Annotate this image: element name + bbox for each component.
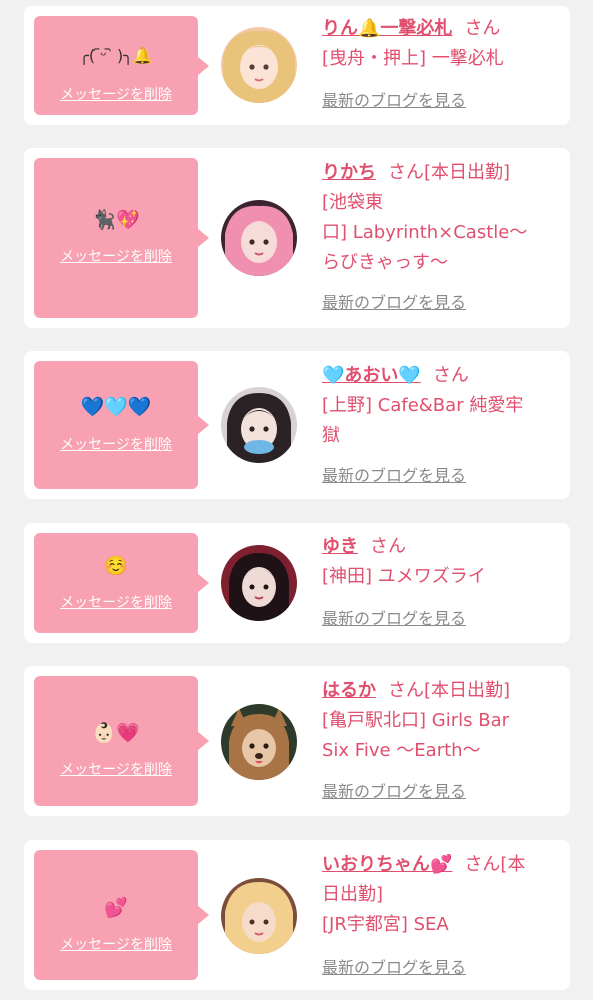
- cast-honorific: さん[本日出勤]: [388, 162, 511, 183]
- avatar[interactable]: [221, 878, 297, 954]
- message-emoji: ☺️: [104, 555, 128, 577]
- message-emoji: 💕: [104, 897, 128, 919]
- message-bubble: 💕 メッセージを削除: [34, 850, 209, 980]
- cast-info: いおりちゃん💕 さん[本 日出勤] [JR宇都宮] SEA: [322, 850, 558, 940]
- latest-blog-link[interactable]: 最新のブログを見る: [322, 608, 466, 630]
- message-emoji: 💙🩵💙: [80, 396, 152, 418]
- cast-info: りん🔔一撃必札 さん [曳舟・押上] 一撃必札: [322, 14, 558, 74]
- cast-honorific: さん[本: [464, 854, 526, 875]
- delete-message-link[interactable]: メッセージを削除: [34, 85, 198, 105]
- cast-name-link[interactable]: はるか: [322, 680, 376, 701]
- message-emoji: 🐈‍⬛💖: [92, 209, 140, 231]
- shop-info-line: [上野] Cafe&Bar 純愛牢: [322, 395, 524, 416]
- message-card: ╭( ᷇ᵕ ᷆ )╮🔔 メッセージを削除 りん🔔一撃必札 さん [曳舟・押上] 一…: [24, 6, 570, 125]
- avatar-image: [221, 878, 297, 954]
- avatar[interactable]: [221, 387, 297, 463]
- cast-honorific: さん: [432, 365, 469, 386]
- shop-info-line: 日出勤]: [322, 884, 384, 905]
- cast-info: ゆき さん [神田] ユメワズライ: [322, 532, 558, 592]
- message-bubble: 👶🏻💗 メッセージを削除: [34, 676, 209, 806]
- message-card: 👶🏻💗 メッセージを削除 はるか さん[本日出勤] [亀戸駅北口] Girls B…: [24, 666, 570, 816]
- shop-info-line: [池袋東: [322, 192, 384, 213]
- message-bubble: ☺️ メッセージを削除: [34, 533, 209, 633]
- avatar-image: [221, 545, 297, 621]
- message-card: 💙🩵💙 メッセージを削除 🩵あおい🩵 さん [上野] Cafe&Bar 純愛牢 獄…: [24, 351, 570, 499]
- avatar-image: [221, 200, 297, 276]
- avatar-image: [221, 387, 297, 463]
- shop-info-line: らびきゃっす〜: [322, 252, 448, 273]
- shop-info-line: [曳舟・押上] 一撃必札: [322, 48, 504, 69]
- delete-message-link[interactable]: メッセージを削除: [34, 760, 198, 780]
- cast-name-link[interactable]: りかち: [322, 162, 376, 183]
- cast-name-link[interactable]: 🩵あおい🩵: [322, 365, 421, 386]
- latest-blog-link[interactable]: 最新のブログを見る: [322, 292, 466, 314]
- latest-blog-link[interactable]: 最新のブログを見る: [322, 781, 466, 803]
- message-bubble: ╭( ᷇ᵕ ᷆ )╮🔔 メッセージを削除: [34, 16, 209, 115]
- avatar[interactable]: [221, 545, 297, 621]
- latest-blog-link[interactable]: 最新のブログを見る: [322, 957, 466, 979]
- avatar[interactable]: [221, 200, 297, 276]
- shop-info-line: 口] Labyrinth×Castle〜: [322, 222, 528, 243]
- cast-name-link[interactable]: いおりちゃん💕: [322, 854, 452, 875]
- shop-info-line: [JR宇都宮] SEA: [322, 914, 449, 935]
- delete-message-link[interactable]: メッセージを削除: [34, 935, 198, 955]
- delete-message-link[interactable]: メッセージを削除: [34, 593, 198, 613]
- delete-message-link[interactable]: メッセージを削除: [34, 247, 198, 267]
- avatar[interactable]: [221, 27, 297, 103]
- message-card: 🐈‍⬛💖 メッセージを削除 りかち さん[本日出勤] [池袋東 口] Labyri…: [24, 148, 570, 328]
- cast-honorific: さん: [370, 536, 406, 557]
- message-card: 💕 メッセージを削除 いおりちゃん💕 さん[本 日出勤] [JR宇都宮] SEA …: [24, 840, 570, 990]
- message-emoji: 👶🏻💗: [92, 722, 140, 744]
- avatar-image: [221, 27, 297, 103]
- message-bubble: 💙🩵💙 メッセージを削除: [34, 361, 209, 489]
- message-bubble: 🐈‍⬛💖 メッセージを削除: [34, 158, 209, 318]
- cast-info: はるか さん[本日出勤] [亀戸駅北口] Girls Bar Six Five 〜…: [322, 676, 558, 766]
- cast-info: 🩵あおい🩵 さん [上野] Cafe&Bar 純愛牢 獄: [322, 361, 558, 451]
- shop-info-line: [神田] ユメワズライ: [322, 566, 486, 587]
- shop-info-line: [亀戸駅北口] Girls Bar: [322, 710, 509, 731]
- delete-message-link[interactable]: メッセージを削除: [34, 435, 198, 455]
- cast-info: りかち さん[本日出勤] [池袋東 口] Labyrinth×Castle〜 らび…: [322, 158, 558, 278]
- avatar-image: [221, 704, 297, 780]
- cast-honorific: さん: [464, 18, 501, 39]
- latest-blog-link[interactable]: 最新のブログを見る: [322, 90, 466, 112]
- latest-blog-link[interactable]: 最新のブログを見る: [322, 465, 466, 487]
- message-card: ☺️ メッセージを削除 ゆき さん [神田] ユメワズライ 最新のブログを見る: [24, 523, 570, 643]
- avatar[interactable]: [221, 704, 297, 780]
- message-list: ╭( ᷇ᵕ ᷆ )╮🔔 メッセージを削除 りん🔔一撃必札 さん [曳舟・押上] 一…: [0, 0, 593, 1000]
- shop-info-line: 獄: [322, 425, 340, 446]
- shop-info-line: Six Five 〜Earth〜: [322, 740, 481, 761]
- cast-name-link[interactable]: ゆき: [322, 536, 358, 557]
- cast-name-link[interactable]: りん🔔一撃必札: [322, 18, 452, 39]
- message-emoji: ╭( ᷇ᵕ ᷆ )╮🔔: [79, 46, 153, 65]
- cast-honorific: さん[本日出勤]: [388, 680, 511, 701]
